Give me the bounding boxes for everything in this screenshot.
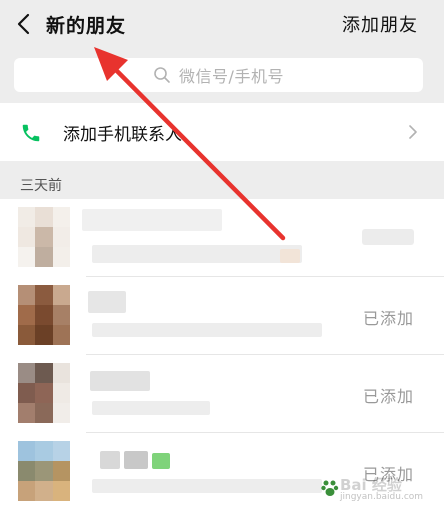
back-arrow-icon[interactable] <box>14 12 34 36</box>
name-blur <box>88 291 126 313</box>
friend-request-item[interactable] <box>0 199 444 277</box>
status-added-label: 已添加 <box>362 309 414 328</box>
chevron-right-icon <box>409 125 417 139</box>
search-input[interactable]: 微信号/手机号 <box>14 58 423 92</box>
name-blur <box>82 209 222 231</box>
avatar <box>18 441 70 501</box>
section-label: 三天前 <box>20 178 62 194</box>
avatar <box>18 363 70 423</box>
message-blur <box>280 249 300 263</box>
message-blur <box>92 323 322 337</box>
status-added-label: 已添加 <box>362 465 414 484</box>
search-icon <box>154 67 170 83</box>
name-blur <box>100 451 120 469</box>
message-blur <box>92 479 322 493</box>
message-blur <box>92 401 210 415</box>
phone-icon <box>22 124 40 142</box>
friend-request-item[interactable]: 已添加 <box>0 433 444 511</box>
status-badge <box>362 229 414 245</box>
friend-request-item[interactable]: 已添加 <box>0 355 444 433</box>
friend-request-list: 已添加 已添加 已添加 <box>0 199 444 511</box>
page-title: 新的朋友 <box>46 15 127 37</box>
add-phone-contacts-label: 添加手机联系人 <box>63 125 182 145</box>
name-blur <box>124 451 148 469</box>
add-friend-button[interactable]: 添加朋友 <box>342 11 418 37</box>
nav-header: 新的朋友 添加朋友 <box>0 0 444 48</box>
search-placeholder: 微信号/手机号 <box>179 67 284 86</box>
name-blur <box>152 453 170 469</box>
status-added-label: 已添加 <box>362 387 414 406</box>
add-phone-contacts-row[interactable]: 添加手机联系人 <box>0 103 444 161</box>
message-blur <box>92 245 302 263</box>
friend-request-item[interactable]: 已添加 <box>0 277 444 355</box>
name-blur <box>90 371 150 391</box>
avatar <box>18 207 70 267</box>
avatar <box>18 285 70 345</box>
